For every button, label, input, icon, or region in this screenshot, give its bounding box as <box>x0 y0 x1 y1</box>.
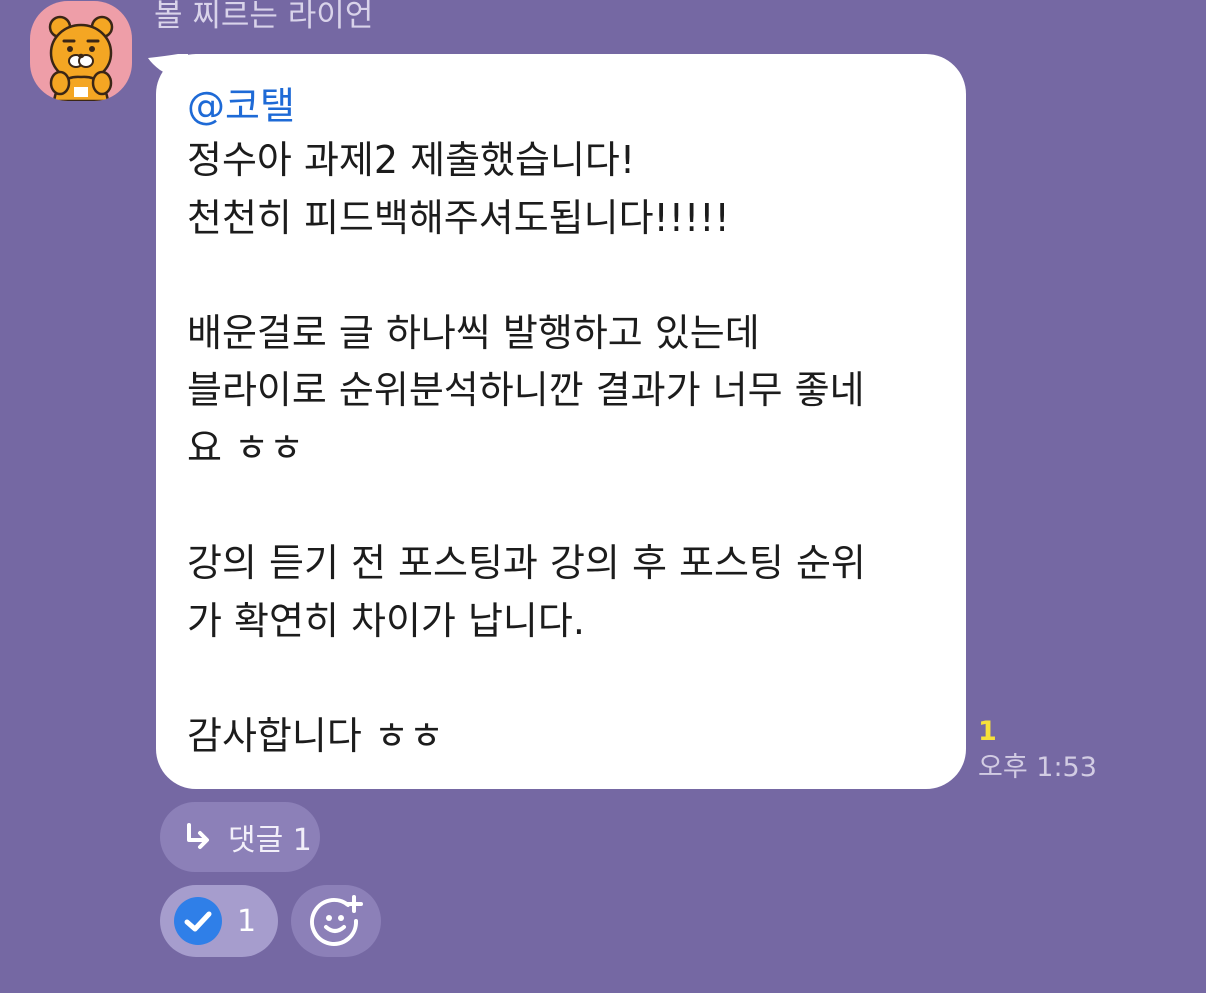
message-line: 요 ㅎㅎ <box>187 425 304 470</box>
reaction-count: 1 <box>237 903 257 939</box>
message-line: 감사합니다 ㅎㅎ <box>187 713 444 758</box>
add-emoji-icon <box>310 895 363 946</box>
message-line: 강의 듣기 전 포스팅과 강의 후 포스팅 순위 <box>187 541 866 586</box>
message-bubble[interactable]: @코탤 정수아 과제2 제출했습니다! 천천히 피드백해주셔도됩니다!!!!! … <box>156 54 966 789</box>
message-line: 천천히 피드백해주셔도됩니다!!!!! <box>187 195 730 240</box>
message-line <box>187 650 936 708</box>
sender-avatar[interactable] <box>30 1 132 101</box>
message-meta: 1 오후 1:53 <box>978 715 1097 787</box>
message-line <box>187 478 936 536</box>
reply-arrow-icon <box>187 823 209 849</box>
message-line: 블라이로 순위분석하니깐 결과가 너무 좋네 <box>187 368 865 413</box>
message-line: 정수아 과제2 제출했습니다! <box>187 138 636 182</box>
check-circle-icon <box>174 897 222 945</box>
mention-link[interactable]: @코탤 <box>187 82 295 130</box>
message-line <box>187 247 936 305</box>
chat-area: 볼 찌르는 라이언 @코탤 정수아 과제2 제출했습니다! 천천히 피드백해주셔… <box>0 0 1206 993</box>
sender-name: 볼 찌르는 라이언 <box>154 0 374 34</box>
message-line: 배운걸로 글 하나씩 발행하고 있는데 <box>187 310 760 355</box>
check-reaction-button[interactable]: 1 <box>160 885 278 957</box>
ryan-character-icon <box>48 15 114 101</box>
unread-count: 1 <box>978 716 997 747</box>
reply-label: 댓글 1 <box>228 823 312 858</box>
message-time: 오후 1:53 <box>978 752 1097 783</box>
message-line: 가 확연히 차이가 납니다. <box>187 598 585 643</box>
add-reaction-button[interactable] <box>291 885 381 957</box>
message-text: 정수아 과제2 제출했습니다! 천천히 피드백해주셔도됩니다!!!!! 배운걸로… <box>187 132 936 766</box>
reply-thread-button[interactable]: 댓글 1 <box>160 802 320 872</box>
